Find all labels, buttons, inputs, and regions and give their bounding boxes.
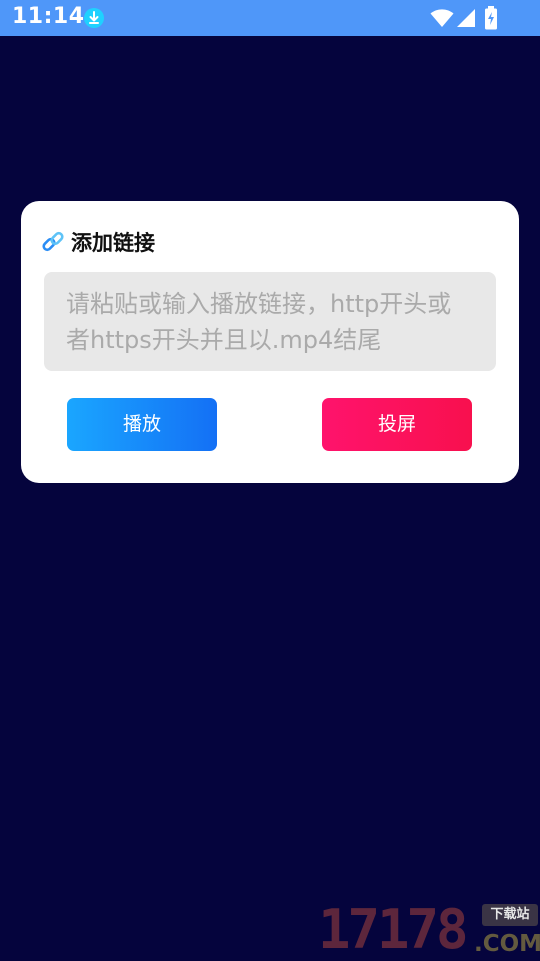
status-time: 11:14 — [12, 4, 85, 29]
wifi-icon — [430, 9, 454, 27]
signal-icon — [457, 9, 475, 27]
url-input[interactable] — [44, 272, 496, 371]
add-link-dialog: 添加链接 播放 投屏 — [21, 201, 519, 483]
play-button[interactable]: 播放 — [67, 398, 217, 451]
status-bar: 11:14 — [0, 0, 540, 36]
watermark-digits: 17178 — [318, 898, 469, 961]
battery-charging-icon — [485, 6, 497, 30]
link-icon — [42, 231, 64, 252]
dialog-title: 添加链接 — [71, 231, 155, 255]
watermark-domain: .COM — [474, 931, 540, 957]
watermark-logo: 17178 下载站 .COM — [318, 900, 540, 960]
download-icon — [84, 8, 104, 28]
watermark-badge: 下载站 — [482, 904, 538, 926]
cast-button[interactable]: 投屏 — [322, 398, 472, 451]
